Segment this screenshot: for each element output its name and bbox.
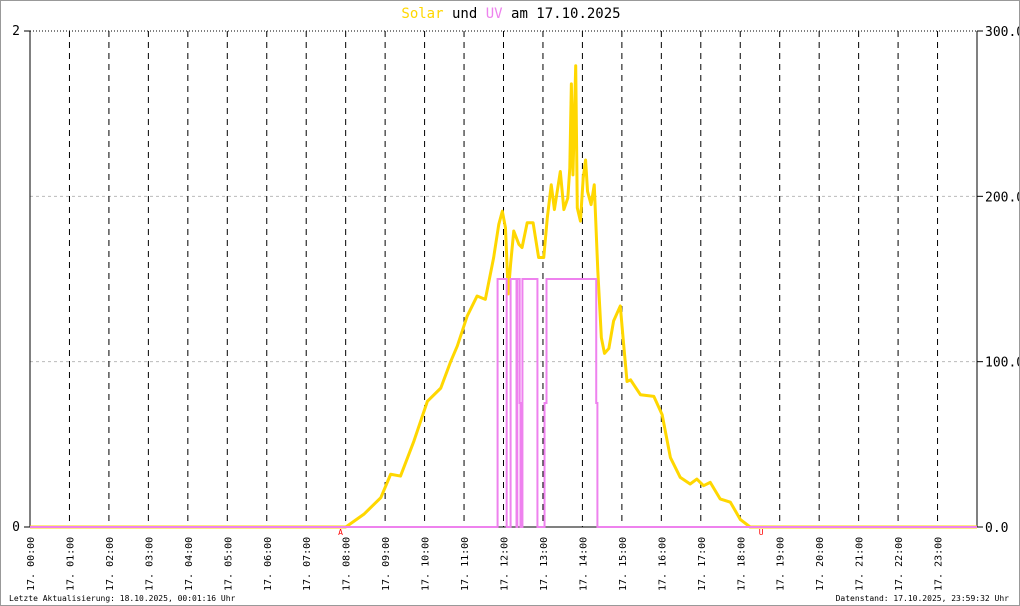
x-tick-label: 17. 00:00 [26, 537, 37, 591]
x-tick-label: 17. 15:00 [618, 537, 629, 591]
x-tick-label: 17. 20:00 [815, 537, 826, 591]
last-update: Letzte Aktualisierung: 18.10.2025, 00:01… [9, 594, 236, 603]
x-tick-label: 17. 04:00 [184, 537, 195, 591]
x-tick-label: 17. 07:00 [302, 537, 313, 591]
x-tick-label: 17. 08:00 [342, 537, 353, 591]
chart-window: Solar und UV am 17.10.2025 17. 00:00 17. … [0, 0, 1020, 606]
x-tick-label: 17. 06:00 [263, 537, 274, 591]
left-tick-label: 2 [12, 24, 20, 39]
x-tick-label: 17. 09:00 [381, 537, 392, 591]
chart-plot: 17. 00:00 17. 01:00 17. 02:00 17. 03:00 17. … [12, 24, 1020, 591]
x-tick-label: 17. 18:00 [736, 537, 747, 591]
x-tick-label: 17. 23:00 [934, 537, 945, 591]
x-tick-label: 17. 02:00 [105, 537, 116, 591]
right-tick-label: 200.0 [985, 190, 1020, 205]
right-tick-label: 300.0 [985, 25, 1020, 40]
left-tick-label: 0 [12, 520, 20, 535]
sunrise-marker: A [338, 528, 343, 537]
x-tick-label: 17. 01:00 [65, 537, 76, 591]
x-tick-label: 17. 13:00 [539, 537, 550, 591]
uv-series-line [30, 278, 977, 528]
x-tick-label: 17. 05:00 [223, 537, 234, 591]
x-tick-label: 17. 16:00 [657, 537, 668, 591]
x-tick-label: 17. 03:00 [144, 537, 155, 591]
x-tick-label: 17. 19:00 [776, 537, 787, 591]
x-tick-label: 17. 10:00 [421, 537, 432, 591]
x-tick-label: 17. 22:00 [894, 537, 905, 591]
x-tick-label: 17. 11:00 [460, 537, 471, 591]
x-tick-label: 17. 12:00 [500, 537, 511, 591]
x-tick-label: 17. 14:00 [578, 537, 589, 591]
right-tick-label: 100.0 [985, 356, 1020, 371]
data-timestamp: Datenstand: 17.10.2025, 23:59:32 Uhr [835, 594, 1009, 603]
right-tick-label: 0.0 [985, 521, 1008, 536]
x-tick-label: 17. 17:00 [697, 537, 708, 591]
sunset-marker: U [759, 528, 764, 537]
x-tick-label: 17. 21:00 [855, 537, 866, 591]
